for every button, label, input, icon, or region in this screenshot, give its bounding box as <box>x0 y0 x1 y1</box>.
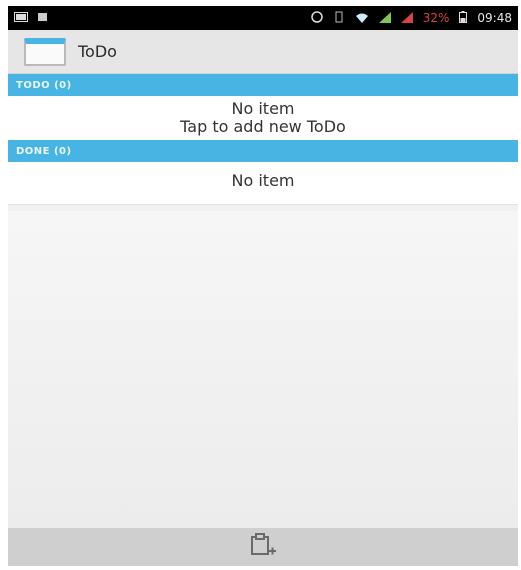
todo-empty-text: No item <box>231 99 295 118</box>
list-background <box>8 211 518 528</box>
signal-icon <box>378 11 391 25</box>
notification-icon <box>38 12 47 24</box>
done-section-header[interactable]: DONE (0) <box>8 140 518 162</box>
signal-2-icon <box>400 11 413 25</box>
todo-section-header[interactable]: TODO (0) <box>8 74 518 96</box>
screen-icon <box>14 12 28 24</box>
bottom-bar <box>8 528 518 566</box>
todo-hint-text: Tap to add new ToDo <box>180 117 346 136</box>
alarm-icon <box>310 11 323 25</box>
wifi-icon <box>355 12 369 25</box>
app-frame: 32% 09:48 ToDo TODO (0) No item Tap to a… <box>8 6 518 566</box>
app-title: ToDo <box>78 42 117 61</box>
add-todo-icon <box>249 532 277 562</box>
battery-percent: 32% <box>422 11 450 25</box>
status-time: 09:48 <box>477 11 512 25</box>
status-bar: 32% 09:48 <box>8 6 518 30</box>
add-todo-button[interactable] <box>243 531 283 563</box>
app-icon[interactable] <box>24 37 66 66</box>
todo-empty-state[interactable]: No item Tap to add new ToDo <box>8 96 518 140</box>
battery-icon <box>459 11 468 25</box>
done-empty-state: No item <box>8 162 518 205</box>
action-bar: ToDo <box>8 30 518 74</box>
vibrate-icon <box>333 11 345 25</box>
